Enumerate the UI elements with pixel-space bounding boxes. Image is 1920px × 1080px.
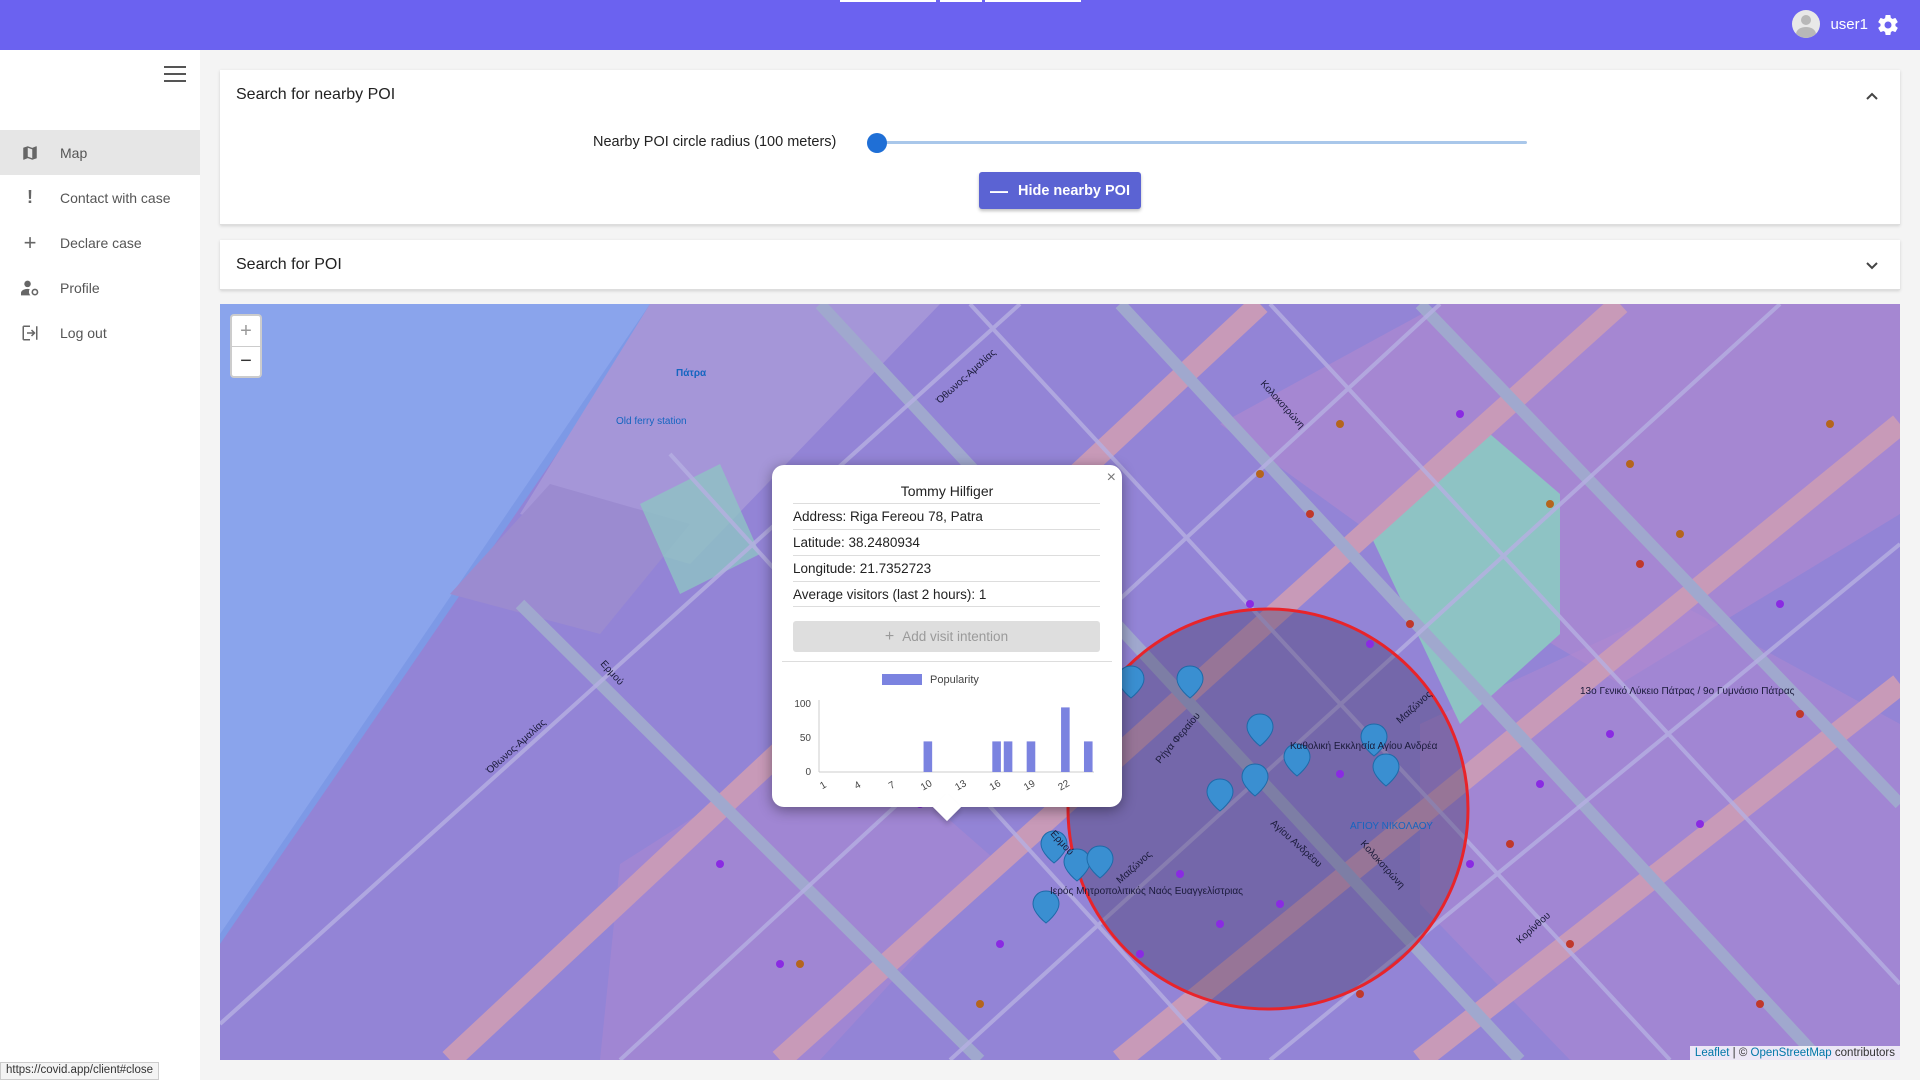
- map-label: Ιερός Μητροπολιτικός Ναός Ευαγγελίστριας: [1050, 885, 1243, 897]
- avatar-icon[interactable]: [1792, 10, 1821, 38]
- tab-indicator: [840, 0, 936, 2]
- popup-latitude: Latitude: 38.2480934: [793, 529, 1100, 555]
- map-label: Old ferry station: [616, 416, 687, 427]
- map-label: 13ο Γενικό Λύκειο Πάτρας / 9ο Γυμνάσιο Π…: [1580, 685, 1795, 697]
- sidebar-nav: Map ! Contact with case + Declare case P…: [0, 130, 200, 355]
- plus-icon: +: [884, 627, 895, 645]
- tab-indicator: [940, 0, 982, 2]
- y-tick-label: 100: [794, 699, 811, 710]
- popup-address: Address: Riga Fereou 78, Patra: [793, 503, 1100, 529]
- sidebar-item-declare-case[interactable]: + Declare case: [0, 220, 200, 265]
- leaflet-link[interactable]: Leaflet: [1695, 1047, 1730, 1059]
- x-tick-label: 7: [887, 779, 898, 792]
- map-label: ΑΓΙΟΥ ΝΙΚΟΛΑΟΥ: [1350, 821, 1433, 832]
- poi-popup: × Tommy Hilfiger Address: Riga Fereou 78…: [772, 465, 1122, 807]
- osm-link[interactable]: OpenStreetMap: [1751, 1047, 1832, 1059]
- sidebar-item-contact-with-case[interactable]: ! Contact with case: [0, 175, 200, 220]
- popularity-chart: Popularity 0 50 100 1 4 7 10 13 16 19 22: [782, 661, 1112, 795]
- sidebar-item-label: Declare case: [60, 234, 142, 251]
- sidebar-item-label: Contact with case: [60, 189, 171, 206]
- user-menu[interactable]: user1: [1792, 10, 1868, 38]
- panel-title: Search for nearby POI: [236, 86, 396, 103]
- map-attribution: Leaflet | © OpenStreetMap contributors: [1689, 1046, 1900, 1060]
- popup-details: Address: Riga Fereou 78, Patra Latitude:…: [793, 503, 1100, 607]
- add-visit-intention-label: Add visit intention: [902, 629, 1009, 644]
- hide-nearby-poi-button[interactable]: — Hide nearby POI: [979, 172, 1141, 209]
- bar-10: [923, 741, 933, 772]
- zoom-in-button[interactable]: +: [232, 316, 260, 346]
- sidebar-item-label: Profile: [60, 279, 100, 296]
- bar-24: [1083, 741, 1093, 772]
- radius-slider-thumb[interactable]: [867, 133, 887, 153]
- tab-indicator: [985, 0, 1081, 2]
- bar-22: [1061, 707, 1070, 772]
- sidebar-item-label: Map: [60, 144, 88, 161]
- x-tick-label: 13: [953, 778, 969, 793]
- radius-label: Nearby POI circle radius (100 meters): [593, 134, 837, 150]
- hide-nearby-poi-label: Hide nearby POI: [1017, 182, 1130, 199]
- minus-icon: —: [989, 180, 1008, 201]
- search-poi-panel[interactable]: Search for POI: [220, 240, 1900, 290]
- gear-icon[interactable]: [1876, 13, 1900, 37]
- sidebar: Map ! Contact with case + Declare case P…: [0, 50, 200, 1080]
- map-label: Πάτρα: [676, 368, 707, 379]
- x-tick-label: 22: [1057, 778, 1073, 793]
- popup-longitude: Longitude: 21.7352723: [793, 555, 1100, 581]
- y-tick-label: 50: [800, 733, 812, 744]
- map-icon: [20, 143, 40, 163]
- legend-label: Popularity: [930, 674, 979, 686]
- username[interactable]: user1: [1830, 16, 1868, 33]
- exclamation-icon: !: [27, 187, 33, 207]
- logout-icon: [20, 323, 40, 343]
- chevron-up-icon[interactable]: [1864, 88, 1880, 104]
- x-tick-label: 1: [818, 779, 829, 792]
- attribution-suffix: contributors: [1834, 1047, 1895, 1059]
- sidebar-item-label: Log out: [60, 324, 107, 341]
- radius-slider-track[interactable]: [877, 141, 1527, 144]
- nearby-poi-panel-header[interactable]: Search for nearby POI: [220, 70, 1900, 120]
- legend-swatch: [882, 674, 922, 685]
- zoom-control: + −: [230, 314, 262, 378]
- popup-title: Tommy Hilfiger: [900, 483, 994, 499]
- popularity-chart-svg: Popularity 0 50 100 1 4 7 10 13 16 19 22: [794, 674, 1094, 793]
- x-tick-label: 4: [853, 779, 864, 792]
- panel-title: Search for POI: [236, 256, 342, 273]
- sidebar-item-log-out[interactable]: Log out: [0, 310, 200, 355]
- chevron-down-icon[interactable]: [1864, 258, 1880, 274]
- status-url: https://covid.app/client#close: [0, 1062, 160, 1080]
- add-visit-intention-button[interactable]: + Add visit intention: [793, 621, 1100, 652]
- zoom-out-button[interactable]: −: [232, 346, 260, 376]
- bar-19: [1026, 741, 1036, 772]
- y-tick-label: 0: [805, 767, 811, 778]
- sidebar-item-map[interactable]: Map: [0, 130, 200, 175]
- x-tick-label: 10: [919, 778, 935, 793]
- x-tick-label: 19: [1022, 778, 1038, 793]
- search-poi-panel-header[interactable]: Search for POI: [220, 240, 1900, 290]
- sidebar-item-profile[interactable]: Profile: [0, 265, 200, 310]
- hamburger-menu-icon[interactable]: [164, 66, 186, 84]
- app-bar: user1: [0, 0, 1920, 50]
- bar-16: [992, 741, 1001, 772]
- attribution-sep: | ©: [1732, 1047, 1748, 1059]
- map-label: Καθολική Εκκλησία Αγίου Ανδρέα: [1290, 740, 1438, 752]
- profile-settings-icon: [20, 278, 40, 298]
- popup-avg-visitors: Average visitors (last 2 hours): 1: [793, 581, 1100, 607]
- x-tick-label: 16: [988, 778, 1004, 793]
- bar-17: [1003, 741, 1013, 772]
- plus-icon: +: [23, 229, 37, 255]
